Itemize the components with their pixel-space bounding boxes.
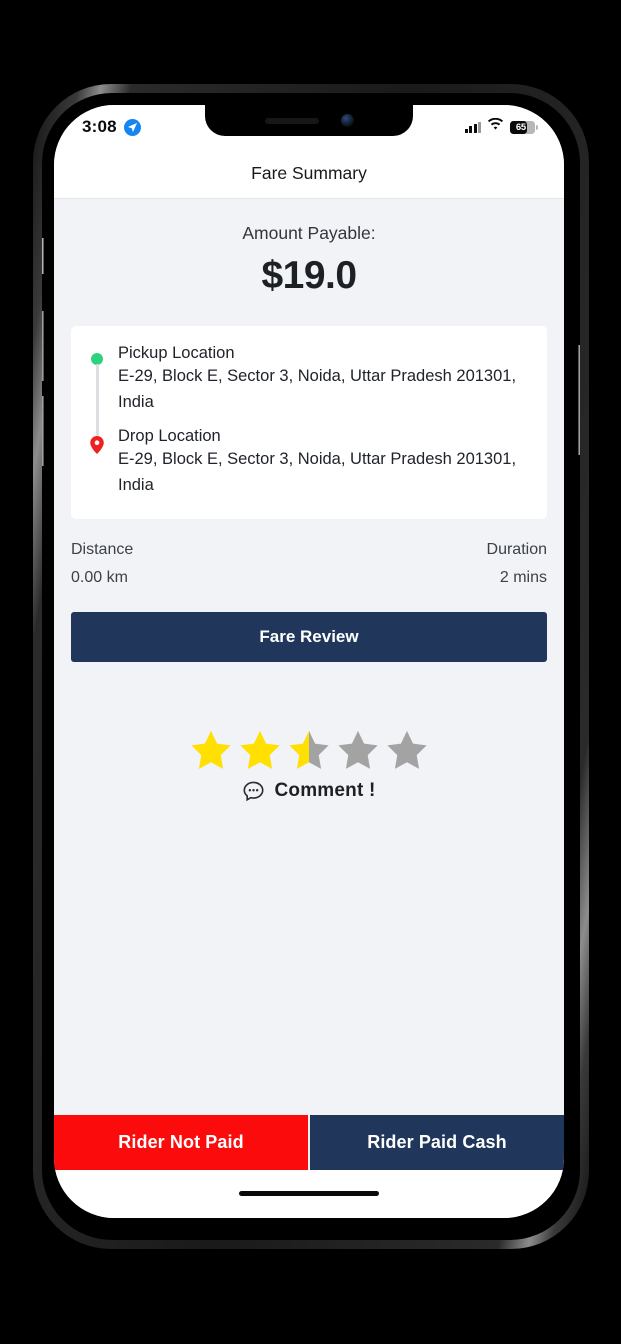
phone-bezel: 3:08 65 Fare Summary Amount Payable: $19… bbox=[42, 93, 580, 1240]
status-clock: 3:08 bbox=[82, 117, 117, 136]
comment-bubble-icon bbox=[243, 781, 264, 801]
page-title: Fare Summary bbox=[251, 163, 367, 183]
main-content: Amount Payable: $19.0 Pickup Location E-… bbox=[54, 199, 564, 1138]
pickup-location-label: Pickup Location bbox=[118, 344, 235, 362]
location-card: Pickup Location E-29, Block E, Sector 3,… bbox=[71, 326, 547, 519]
comment-button[interactable]: Comment ! bbox=[54, 780, 564, 803]
phone-device-frame: 3:08 65 Fare Summary Amount Payable: $19… bbox=[33, 84, 589, 1249]
cellular-bars-icon bbox=[464, 121, 482, 133]
speaker-grille-icon bbox=[264, 117, 319, 124]
star-rating[interactable] bbox=[54, 728, 564, 772]
device-notch bbox=[205, 105, 413, 136]
drop-location-group: Drop Location E-29, Block E, Sector 3, N… bbox=[118, 427, 529, 499]
front-camera-icon bbox=[340, 114, 354, 127]
pickup-location-address: E-29, Block E, Sector 3, Noida, Uttar Pr… bbox=[118, 367, 517, 412]
star-icon[interactable] bbox=[336, 728, 380, 772]
battery-icon: 65 bbox=[510, 120, 538, 134]
volume-up-button[interactable] bbox=[42, 311, 44, 381]
star-icon[interactable] bbox=[287, 728, 331, 772]
location-texts: Pickup Location E-29, Block E, Sector 3,… bbox=[118, 344, 529, 499]
drop-location-address: E-29, Block E, Sector 3, Noida, Uttar Pr… bbox=[118, 449, 517, 495]
home-indicator[interactable] bbox=[239, 1191, 379, 1196]
trip-stats-section: Distance 0.00 km Duration 2 mins bbox=[54, 519, 564, 587]
amount-payable-value: $19.0 bbox=[261, 254, 357, 297]
distance-stat: Distance 0.00 km bbox=[71, 541, 133, 587]
fare-review-button[interactable]: Fare Review bbox=[71, 611, 547, 662]
distance-label: Distance bbox=[71, 540, 134, 558]
star-icon[interactable] bbox=[238, 728, 282, 772]
bottom-action-bar: Rider Not Paid Rider Paid Cash bbox=[54, 1115, 564, 1170]
status-bar-left: 3:08 bbox=[82, 117, 141, 137]
silent-switch-button[interactable] bbox=[42, 238, 44, 274]
volume-down-button[interactable] bbox=[42, 396, 44, 466]
power-button[interactable] bbox=[578, 345, 580, 455]
amount-payable-label: Amount Payable: bbox=[242, 223, 376, 243]
rider-paid-cash-button[interactable]: Rider Paid Cash bbox=[308, 1115, 564, 1170]
drop-location-label: Drop Location bbox=[118, 426, 221, 445]
status-bar-right: 65 bbox=[464, 117, 538, 136]
battery-level-text: 65 bbox=[515, 121, 526, 133]
distance-value: 0.00 km bbox=[71, 568, 128, 586]
duration-value: 2 mins bbox=[499, 568, 547, 586]
app-header: Fare Summary bbox=[54, 149, 564, 199]
timeline-connector-line bbox=[96, 364, 99, 436]
rating-section: Comment ! bbox=[54, 728, 564, 803]
star-icon[interactable] bbox=[385, 728, 429, 772]
star-icon[interactable] bbox=[189, 728, 233, 772]
wifi-icon bbox=[487, 117, 504, 136]
red-map-pin-icon bbox=[90, 436, 104, 454]
phone-screen: 3:08 65 Fare Summary Amount Payable: $19… bbox=[54, 105, 564, 1218]
rider-not-paid-button[interactable]: Rider Not Paid bbox=[54, 1115, 308, 1170]
location-arrow-icon bbox=[123, 118, 141, 136]
location-timeline bbox=[89, 344, 105, 499]
amount-payable-section: Amount Payable: $19.0 bbox=[54, 199, 564, 304]
duration-label: Duration bbox=[486, 540, 547, 558]
home-indicator-area bbox=[54, 1170, 564, 1218]
duration-stat: Duration 2 mins bbox=[487, 541, 547, 587]
comment-label: Comment ! bbox=[274, 780, 376, 802]
